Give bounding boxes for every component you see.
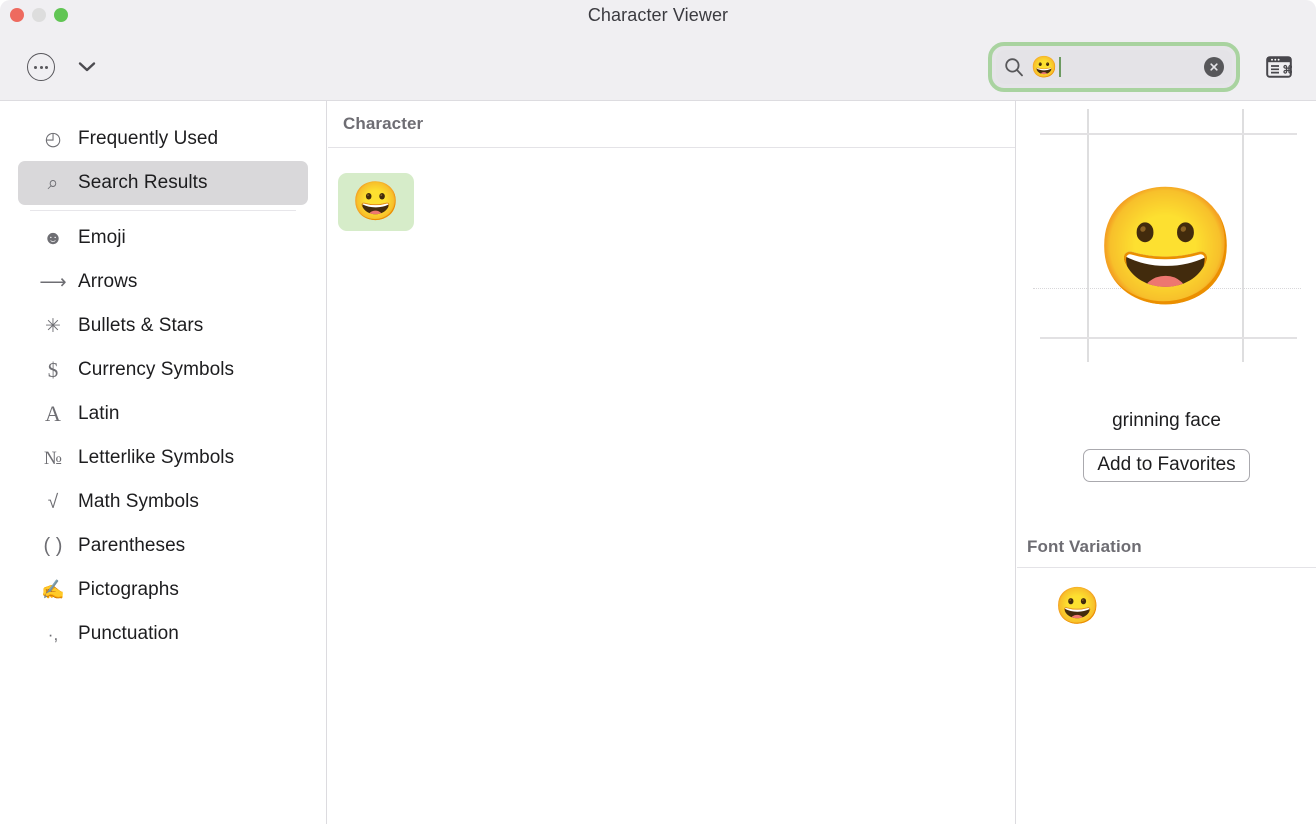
window-title: Character Viewer (587, 5, 729, 25)
sidebar-item-label: Emoji (78, 227, 126, 248)
parentheses-icon: ( ) (43, 535, 63, 557)
sidebar-item-label: Currency Symbols (78, 359, 235, 380)
sidebar[interactable]: ◴ Frequently Used ⌕ Search Results ☻ Emoji ⟶ Ar… (0, 101, 327, 824)
ellipsis-circle-icon (34, 65, 48, 69)
sidebar-item-search-results[interactable]: ⌕ Search Results (18, 161, 308, 205)
sidebar-item-label: Letterlike Symbols (78, 447, 235, 468)
glyph-large: 😀 (1094, 183, 1239, 311)
search-field[interactable]: 😀 (996, 50, 1232, 84)
search-icon (1004, 57, 1024, 77)
sidebar-list: ◴ Frequently Used ⌕ Search Results ☻ Emoji ⟶ Ar… (0, 117, 326, 656)
character-results-grid: 😀 (328, 148, 1015, 231)
text-cursor (1059, 57, 1061, 77)
numero-sign-icon: № (43, 447, 63, 469)
arrow-right-icon: ⟶ (39, 271, 67, 293)
search-icon: ⌕ (47, 172, 59, 194)
sidebar-item-frequently-used[interactable]: ◴ Frequently Used (18, 117, 308, 161)
sidebar-item-arrows[interactable]: ⟶ Arrows (18, 260, 308, 304)
glyph-preview: 😀 (1017, 101, 1316, 394)
sidebar-item-label: Frequently Used (78, 128, 219, 149)
character-cell[interactable]: 😀 (338, 173, 414, 231)
clear-search-button[interactable] (1204, 57, 1224, 77)
sidebar-item-label: Arrows (78, 271, 138, 292)
dollar-sign-icon: $ (47, 357, 59, 382)
sidebar-separator (30, 210, 296, 211)
sidebar-item-label: Search Results (78, 172, 208, 193)
sidebar-item-latin[interactable]: A Latin (18, 392, 308, 436)
sidebar-item-label: Punctuation (78, 623, 179, 644)
smiley-face-icon: ☻ (43, 227, 63, 249)
title-bar: Character Viewer 😀 ⌘ (0, 0, 1316, 101)
letter-a-icon: A (45, 401, 61, 426)
search-input-value: 😀 (1031, 55, 1058, 79)
font-variation-cell[interactable]: 😀 (1055, 588, 1100, 624)
sidebar-item-label: Bullets & Stars (78, 315, 204, 336)
sidebar-item-currency-symbols[interactable]: $ Currency Symbols (18, 348, 308, 392)
asterisk-icon: ✳ (45, 315, 61, 337)
chevron-down-icon (78, 62, 96, 72)
sidebar-item-emoji[interactable]: ☻ Emoji (18, 216, 308, 260)
sidebar-item-bullets-and-stars[interactable]: ✳ Bullets & Stars (18, 304, 308, 348)
more-options-button[interactable] (27, 53, 55, 81)
section-title: Character (343, 114, 424, 133)
square-root-icon: √ (47, 491, 59, 513)
sidebar-item-punctuation[interactable]: ·, Punctuation (18, 612, 308, 656)
add-to-favorites-button[interactable]: Add to Favorites (1083, 449, 1250, 482)
punctuation-icon: ·, (47, 624, 59, 644)
character-detail-panel: 😀 grinning face Add to Favorites Font Va… (1017, 101, 1316, 824)
character-section-header: Character (328, 101, 1015, 148)
search-field-focus-ring: 😀 (988, 42, 1240, 92)
sidebar-item-label: Latin (78, 403, 120, 424)
show-keyboard-viewer-button[interactable]: ⌘ (1264, 52, 1294, 82)
sidebar-item-math-symbols[interactable]: √ Math Symbols (18, 480, 308, 524)
character-viewer-window: Character Viewer 😀 ⌘ ◴ Frequently Used ⌕… (0, 0, 1316, 824)
svg-text:⌘: ⌘ (1282, 64, 1292, 76)
character-list-panel: Character 😀 (328, 101, 1016, 824)
favorites-row: Add to Favorites (1017, 449, 1316, 482)
keyboard-shortcuts-icon: ⌘ (1266, 56, 1292, 78)
character-name: grinning face (1112, 410, 1221, 431)
close-icon (1210, 63, 1218, 71)
sidebar-item-letterlike-symbols[interactable]: № Letterlike Symbols (18, 436, 308, 480)
sidebar-item-label: Pictographs (78, 579, 179, 600)
font-variation-title: Font Variation (1027, 536, 1142, 556)
font-variation-header: Font Variation (1017, 526, 1316, 568)
font-variation-grid: 😀 (1017, 568, 1316, 624)
clock-icon: ◴ (44, 128, 62, 150)
sidebar-item-pictographs[interactable]: ✍ Pictographs (18, 568, 308, 612)
sidebar-item-parentheses[interactable]: ( ) Parentheses (18, 524, 308, 568)
view-disclosure-button[interactable] (76, 56, 98, 78)
sidebar-item-label: Math Symbols (78, 491, 199, 512)
sidebar-item-label: Parentheses (78, 535, 186, 556)
writing-hand-icon: ✍ (41, 579, 65, 601)
